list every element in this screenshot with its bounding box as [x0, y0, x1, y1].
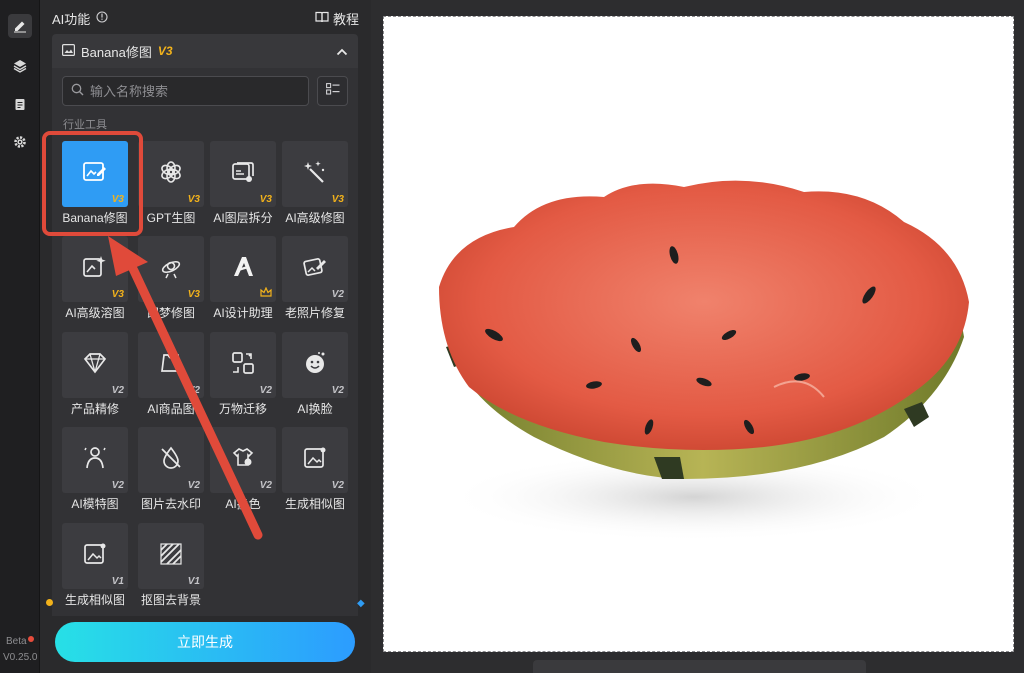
- panel-title: AI功能: [52, 11, 91, 27]
- photo-restore-icon: [302, 254, 328, 285]
- face-swap-icon: [302, 350, 328, 381]
- tool-similar-image-v1[interactable]: V1 生成相似图: [62, 523, 128, 609]
- tool-label: 老照片修复: [284, 306, 345, 320]
- search-box[interactable]: [62, 76, 309, 106]
- crown-icon: [260, 286, 272, 300]
- bottom-toolbar: [533, 660, 866, 673]
- recolor-icon: [230, 445, 256, 476]
- tutorial-link[interactable]: 教程: [315, 9, 359, 28]
- tool-remove-background[interactable]: V1 抠图去背景: [138, 523, 204, 609]
- search-icon: [71, 83, 84, 99]
- tool-similar-image-v2[interactable]: V2 生成相似图: [282, 427, 348, 513]
- edit-icon[interactable]: [8, 14, 32, 38]
- tool-label: AI商品图: [147, 402, 195, 416]
- tool-design-assistant[interactable]: AI设计助理: [210, 236, 276, 322]
- generate-button[interactable]: 立即生成: [55, 622, 355, 662]
- tool-photo-restore[interactable]: V2 老照片修复: [282, 236, 348, 322]
- tool-group-header[interactable]: Banana修图 V3: [52, 34, 358, 68]
- satellite-icon: [158, 254, 184, 285]
- tool-product-refine[interactable]: V2 产品精修: [62, 332, 128, 418]
- magic-wand-icon: [302, 159, 328, 190]
- tool-label: 万物迁移: [218, 402, 267, 416]
- list-view-icon: [325, 82, 340, 100]
- tool-remove-watermark[interactable]: V2 图片去水印: [138, 427, 204, 513]
- similar-image-v1-icon: [82, 541, 108, 572]
- similar-image-icon: [302, 445, 328, 476]
- notification-dot: [27, 636, 34, 642]
- image-sparkle-icon: [82, 254, 108, 285]
- artboard[interactable]: [383, 16, 1014, 652]
- tool-object-transfer[interactable]: V2 万物迁移: [210, 332, 276, 418]
- watermark-remove-icon: [158, 445, 184, 476]
- transfer-icon: [230, 350, 256, 381]
- tool-label: AI换色: [225, 497, 261, 511]
- openai-icon: [158, 159, 184, 190]
- section-label: 行业工具: [63, 119, 107, 131]
- annotation-highlight-box: [42, 131, 143, 236]
- tool-label: 产品精修: [70, 402, 119, 416]
- tool-label: 生成相似图: [64, 593, 125, 607]
- tool-advanced-edit[interactable]: V3 AI高级修图: [282, 141, 348, 227]
- tool-layer-split[interactable]: V3 AI图层拆分: [210, 141, 276, 227]
- tool-label: AI高级修图: [285, 211, 345, 225]
- tool-label: AI高级溶图: [65, 306, 125, 320]
- tool-group-name: Banana修图: [81, 44, 152, 60]
- tool-label: 即梦修图: [146, 306, 195, 320]
- tool-label: 抠图去背景: [140, 593, 201, 607]
- model-person-icon: [82, 445, 108, 476]
- tool-jimeng-edit[interactable]: V3 即梦修图: [138, 236, 204, 322]
- tool-face-swap[interactable]: V2 AI换脸: [282, 332, 348, 418]
- tool-ai-product-image[interactable]: V2 AI商品图: [138, 332, 204, 418]
- tool-advanced-blend[interactable]: V3 AI高级溶图: [62, 236, 128, 322]
- info-icon[interactable]: [96, 10, 108, 26]
- status-dot: [46, 599, 53, 606]
- tool-label: AI换脸: [297, 402, 333, 416]
- clipboard-icon[interactable]: [8, 92, 32, 116]
- tool-ai-recolor[interactable]: V2 AI换色: [210, 427, 276, 513]
- image-icon: [62, 43, 76, 59]
- tool-rail: Beta V0.25.0: [0, 0, 40, 673]
- layers-icon[interactable]: [8, 54, 32, 78]
- remove-bg-icon: [158, 541, 184, 572]
- version-label: V0.25.0: [3, 652, 38, 663]
- tool-label: AI设计助理: [213, 306, 273, 320]
- tool-label: 生成相似图: [284, 497, 345, 511]
- search-input[interactable]: [90, 83, 290, 99]
- list-view-button[interactable]: [317, 76, 348, 106]
- gear-icon[interactable]: [8, 130, 32, 154]
- chevron-up-icon[interactable]: [336, 44, 348, 59]
- tool-label: 图片去水印: [140, 497, 201, 511]
- product-image-icon: [158, 351, 184, 380]
- tool-label: GPT生图: [146, 211, 196, 225]
- design-a-icon: [229, 253, 257, 286]
- watermelon-bowl-image: [439, 180, 969, 542]
- tool-label: AI模特图: [71, 497, 119, 511]
- edge-marker-icon: ◆: [357, 598, 365, 609]
- tool-ai-model[interactable]: V2 AI模特图: [62, 427, 128, 513]
- diamond-icon: [82, 351, 108, 380]
- ai-tools-panel: AI功能 教程 Banana修图 V3 输入名称搜索 行业工具 V3 Banan…: [40, 0, 371, 673]
- tool-gpt-generate[interactable]: V3 GPT生图: [138, 141, 204, 227]
- panel-header: AI功能 教程: [52, 8, 359, 28]
- tool-group-version: V3: [157, 44, 173, 58]
- layer-split-icon: [230, 159, 256, 190]
- book-icon: [315, 11, 329, 26]
- tool-label: AI图层拆分: [213, 211, 273, 225]
- beta-label: Beta: [6, 636, 34, 647]
